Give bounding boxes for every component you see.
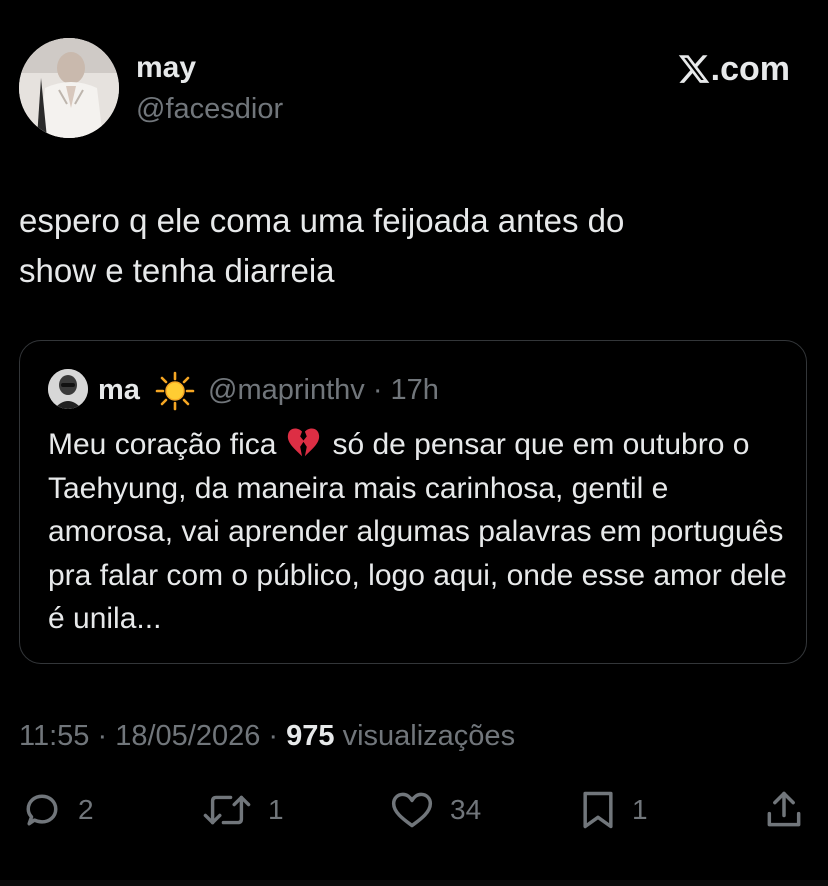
author-display-name[interactable]: may [136,50,196,86]
quoted-tweet-text: Meu coração fica só de pensar que em outu… [48,423,788,641]
quoted-tweet-card[interactable]: ma @maprinthv · 17h Meu coração fica só d… [19,340,807,664]
tweet-date[interactable]: 18/05/2026 [115,720,260,752]
bookmark-count: 1 [632,794,648,825]
quoted-text-before-emoji: Meu coração fica [48,428,277,461]
like-button[interactable]: 34 [388,782,481,838]
brand-watermark: .com [677,50,790,88]
broken-heart-emoji-icon [288,428,320,457]
reply-button[interactable]: 2 [20,782,94,838]
bottom-divider [0,880,828,886]
tweet-meta: 11:55 · 18/05/2026 · 975 visualizações [19,718,515,754]
quoted-avatar-photo [48,369,88,409]
quoted-author-display-name[interactable]: ma [98,373,140,407]
tweet-text: espero q ele coma uma feijoada antes do … [19,202,625,289]
repost-icon [203,795,251,825]
bookmark-icon [583,791,613,829]
repost-button[interactable]: 1 [200,782,284,838]
sun-emoji-icon [155,371,195,411]
heart-icon [391,792,433,828]
repost-count: 1 [268,794,284,825]
views-label: visualizações [342,720,516,752]
reply-icon [26,794,58,826]
author-avatar[interactable] [19,38,119,138]
avatar-photo [19,38,119,138]
x-logo-icon [678,55,709,83]
meta-separator: · [89,720,116,752]
quoted-author-handle-time[interactable]: @maprinthv · 17h [208,373,439,407]
tweet-actions-bar: 2 1 34 1 [0,782,828,838]
reply-count: 2 [78,794,94,825]
tweet-header: may @facesdior .com [0,0,828,150]
share-icon [767,791,801,827]
like-count: 34 [450,794,482,825]
brand-domain-label: .com [710,50,790,88]
views-count: 975 [286,720,335,752]
quoted-author-avatar[interactable] [48,369,88,409]
bookmark-button[interactable]: 1 [578,782,648,838]
tweet-time[interactable]: 11:55 [19,720,89,752]
meta-separator-2: · [260,720,287,752]
author-handle[interactable]: @facesdior [136,92,283,126]
share-button[interactable] [762,782,806,838]
